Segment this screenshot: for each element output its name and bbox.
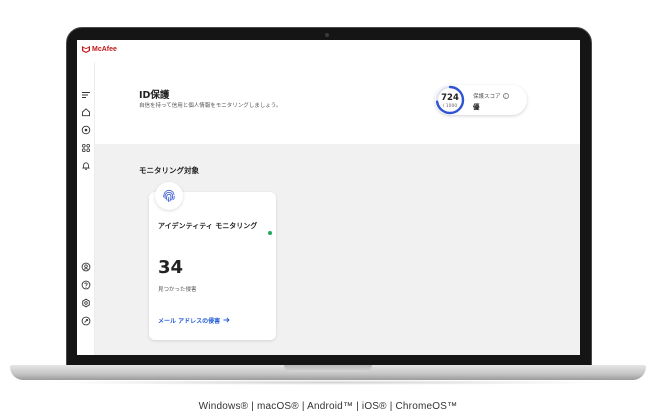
mcafee-logo: McAfee [82, 46, 117, 53]
score-label: 保護スコア [473, 94, 501, 100]
status-dot [268, 231, 272, 235]
page-header: ID保護 自信を持って信用と個人情報をモニタリングしましょう。 724 / 10… [95, 62, 580, 144]
help-icon[interactable] [81, 280, 91, 290]
laptop-camera [325, 33, 329, 37]
score-max: / 1000 [442, 104, 458, 109]
page-subtitle: 自信を持って信用と個人情報をモニタリングしましょう。 [139, 103, 282, 109]
info-icon[interactable]: i [502, 93, 509, 99]
feedback-icon[interactable] [81, 316, 91, 326]
scan-icon[interactable] [81, 125, 91, 135]
menu-icon[interactable] [81, 90, 91, 100]
account-icon[interactable] [81, 262, 91, 272]
monitoring-section-title: モニタリング対象 [139, 166, 199, 175]
settings-icon[interactable] [81, 298, 91, 308]
score-label-row: 保護スコア i [473, 92, 509, 100]
sidebar [77, 62, 95, 355]
brand-name: McAfee [92, 46, 117, 53]
breach-count-label: 見つかった侵害 [158, 287, 197, 293]
bell-icon[interactable] [81, 161, 91, 171]
apps-icon[interactable] [81, 143, 91, 153]
brand-bar: McAfee [77, 40, 580, 62]
score-value: 724 [441, 93, 459, 103]
supported-platforms: Windows® | macOS® | Android™ | iOS® | Ch… [198, 401, 458, 412]
card-icon-badge [155, 182, 183, 210]
home-icon[interactable] [81, 107, 91, 117]
email-breach-link[interactable]: メール アドレスの侵害 [158, 316, 230, 325]
page-title: ID保護 [139, 90, 170, 101]
protection-score-widget[interactable]: 724 / 1000 保護スコア i 優 [435, 85, 527, 115]
email-breach-link-label: メール アドレスの侵害 [158, 318, 221, 325]
laptop-notch [284, 365, 372, 372]
app-screen: McAfee ID保護 自信を持って信用と個人情報をモニタリングしましょう。 7… [77, 40, 580, 355]
breach-count: 34 [158, 257, 184, 278]
card-title: アイデンティティ モニタリング [158, 222, 258, 230]
fingerprint-icon [161, 188, 177, 204]
laptop-shadow [40, 380, 616, 385]
arrow-right-icon [223, 316, 230, 325]
identity-monitoring-card[interactable]: アイデンティティ モニタリング 34 見つかった侵害 メール アドレスの侵害 [149, 182, 276, 340]
promo-stage: McAfee ID保護 自信を持って信用と個人情報をモニタリングしましょう。 7… [0, 0, 656, 418]
score-rating: 優 [473, 103, 480, 111]
mcafee-shield-icon [82, 46, 90, 53]
